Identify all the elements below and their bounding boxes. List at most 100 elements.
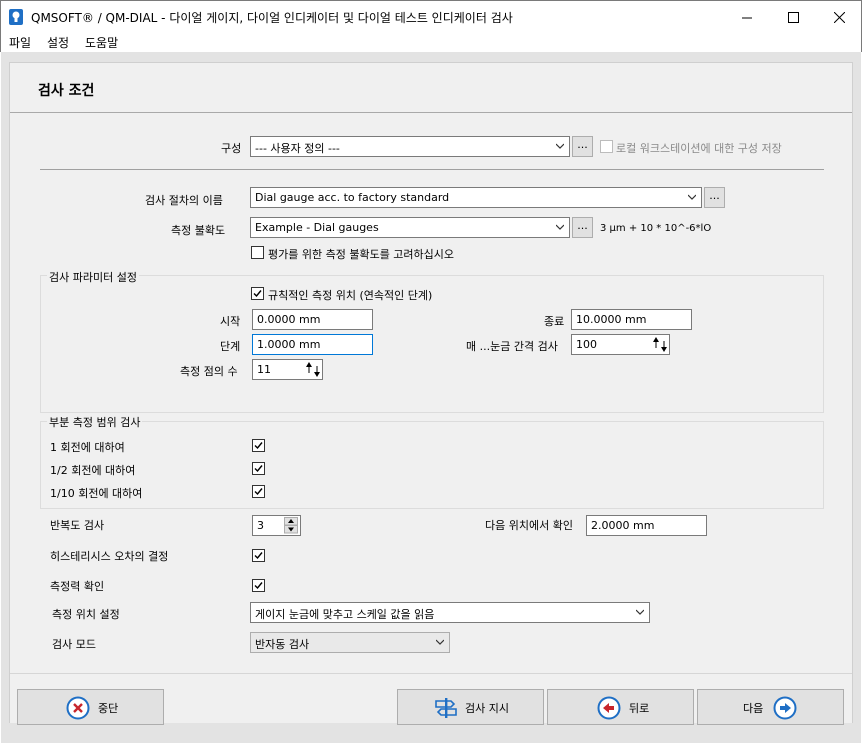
chevron-down-icon — [556, 143, 564, 149]
chevron-down-icon — [636, 609, 644, 615]
spin-arrows-icon[interactable] — [653, 336, 668, 353]
step-field[interactable]: 1.0000 mm — [252, 334, 373, 355]
title-bar: QMSOFT® / QM-DIAL - 다이얼 게이지, 다이얼 인디케이터 및… — [0, 0, 862, 32]
chevron-down-icon — [436, 639, 444, 645]
mode-select[interactable]: 반자동 검사 — [250, 632, 450, 653]
uncertainty-value: Example - Dial gauges — [255, 221, 379, 234]
maximize-icon — [787, 11, 799, 23]
window-title: QMSOFT® / QM-DIAL - 다이얼 게이지, 다이얼 인디케이터 및… — [31, 11, 513, 25]
next-button[interactable]: 다음 — [697, 689, 844, 725]
divider — [40, 169, 824, 170]
procedure-label: 검사 절차의 이름 — [145, 194, 223, 207]
uncertainty-select[interactable]: Example - Dial gauges — [250, 217, 570, 238]
config-save-checkbox[interactable] — [600, 140, 613, 153]
menu-file[interactable]: 파일 — [9, 34, 31, 51]
confirm-position-value: 2.0000 mm — [591, 519, 655, 532]
partial-item-checkbox[interactable] — [252, 462, 265, 475]
maximize-button[interactable] — [770, 1, 816, 33]
partial-item-label: 1 회전에 대하여 — [50, 441, 125, 454]
confirm-position-label: 다음 위치에서 확인 — [485, 519, 573, 532]
next-button-label: 다음 — [743, 702, 764, 715]
position-value: 게이지 눈금에 맞추고 스케일 값을 읽음 — [255, 608, 435, 621]
wizard-panel: 검사 조건 구성 --- 사용자 정의 --- ... 로컬 워크스테이션에 대… — [9, 62, 853, 725]
hysteresis-checkbox[interactable] — [252, 549, 265, 562]
partial-item-checkbox[interactable] — [252, 439, 265, 452]
uncertainty-label: 측정 불확도 — [171, 224, 226, 237]
chevron-down-icon — [556, 224, 564, 230]
footer-bar: 중단 검사 지시 뒤로 다음 — [10, 673, 852, 725]
partial-item-label: 1/2 회전에 대하여 — [50, 464, 136, 477]
config-label: 구성 — [221, 142, 242, 155]
page-header: 검사 조건 — [10, 63, 852, 113]
checkmark-icon — [254, 442, 263, 450]
close-icon — [833, 11, 845, 23]
close-button[interactable] — [816, 1, 862, 33]
minimize-button[interactable] — [724, 1, 770, 33]
instructions-button[interactable]: 검사 지시 — [397, 689, 544, 725]
mode-label: 검사 모드 — [52, 638, 96, 651]
cancel-button[interactable]: 중단 — [17, 689, 164, 725]
end-value: 10.0000 mm — [576, 313, 647, 326]
repeat-label: 반복도 검사 — [50, 519, 105, 532]
position-select[interactable]: 게이지 눈금에 맞추고 스케일 값을 읽음 — [250, 602, 650, 623]
position-label: 측정 위치 설정 — [52, 608, 120, 621]
procedure-browse-button[interactable]: ... — [704, 187, 725, 208]
interval-field[interactable]: 100 — [571, 334, 670, 355]
menu-settings[interactable]: 설정 — [47, 34, 69, 51]
repeat-value: 3 — [257, 519, 264, 532]
minimize-icon — [741, 17, 752, 18]
end-label: 종료 — [544, 315, 565, 328]
back-button[interactable]: 뒤로 — [547, 689, 694, 725]
force-label: 측정력 확인 — [50, 580, 105, 593]
config-browse-button[interactable]: ... — [572, 136, 593, 157]
lightbulb-icon — [9, 9, 23, 25]
step-value: 1.0000 mm — [257, 338, 321, 351]
checkmark-icon — [254, 582, 263, 590]
client-area: 검사 조건 구성 --- 사용자 정의 --- ... 로컬 워크스테이션에 대… — [1, 52, 861, 743]
checkmark-icon — [254, 465, 263, 473]
config-value: --- 사용자 정의 --- — [255, 142, 340, 155]
regular-positions-label: 규칙적인 측정 위치 (연속적인 단계) — [268, 289, 433, 302]
arrow-right-icon — [773, 696, 797, 720]
checkmark-icon — [253, 290, 262, 298]
procedure-value: Dial gauge acc. to factory standard — [255, 191, 450, 204]
start-value: 0.0000 mm — [257, 313, 321, 326]
config-select[interactable]: --- 사용자 정의 --- — [250, 136, 570, 157]
start-field[interactable]: 0.0000 mm — [252, 309, 373, 330]
interval-value: 100 — [576, 338, 597, 351]
partial-item-checkbox[interactable] — [252, 485, 265, 498]
consider-uncertainty-checkbox[interactable] — [251, 246, 264, 259]
arrow-left-icon — [597, 696, 621, 720]
chevron-down-icon — [688, 194, 696, 200]
start-label: 시작 — [220, 315, 241, 328]
repeat-field[interactable]: 3 — [252, 515, 301, 536]
instructions-button-label: 검사 지시 — [465, 702, 509, 715]
consider-uncertainty-label: 평가를 위한 측정 불확도를 고려하십시오 — [268, 248, 455, 261]
menu-help[interactable]: 도움말 — [85, 34, 118, 51]
hysteresis-label: 히스테리시스 오차의 결정 — [50, 550, 169, 563]
confirm-position-field[interactable]: 2.0000 mm — [586, 515, 707, 536]
spin-arrows-icon[interactable] — [306, 361, 321, 378]
signpost-icon — [435, 698, 457, 718]
checkmark-icon — [254, 488, 263, 496]
uncertainty-browse-button[interactable]: ... — [572, 217, 593, 238]
step-label: 단계 — [220, 340, 241, 353]
back-button-label: 뒤로 — [629, 702, 650, 715]
regular-positions-checkbox[interactable] — [251, 287, 264, 300]
points-field[interactable]: 11 — [252, 359, 323, 380]
procedure-select[interactable]: Dial gauge acc. to factory standard — [250, 187, 702, 208]
page-title: 검사 조건 — [38, 83, 95, 99]
partial-range-group-label: 부분 측정 범위 검사 — [47, 414, 143, 430]
parameters-group-label: 검사 파라미터 설정 — [47, 269, 139, 285]
partial-item-label: 1/10 회전에 대하여 — [50, 487, 143, 500]
spin-up-down-icon[interactable] — [284, 517, 298, 534]
partial-range-group — [40, 421, 824, 509]
points-value: 11 — [257, 363, 271, 376]
menu-bar: 파일 설정 도움말 — [0, 32, 862, 52]
mode-value: 반자동 검사 — [255, 638, 310, 651]
points-label: 측정 점의 수 — [180, 365, 238, 378]
cancel-button-label: 중단 — [98, 702, 119, 715]
end-field[interactable]: 10.0000 mm — [571, 309, 692, 330]
config-save-label: 로컬 워크스테이션에 대한 구성 저장 — [616, 142, 782, 155]
force-checkbox[interactable] — [252, 579, 265, 592]
